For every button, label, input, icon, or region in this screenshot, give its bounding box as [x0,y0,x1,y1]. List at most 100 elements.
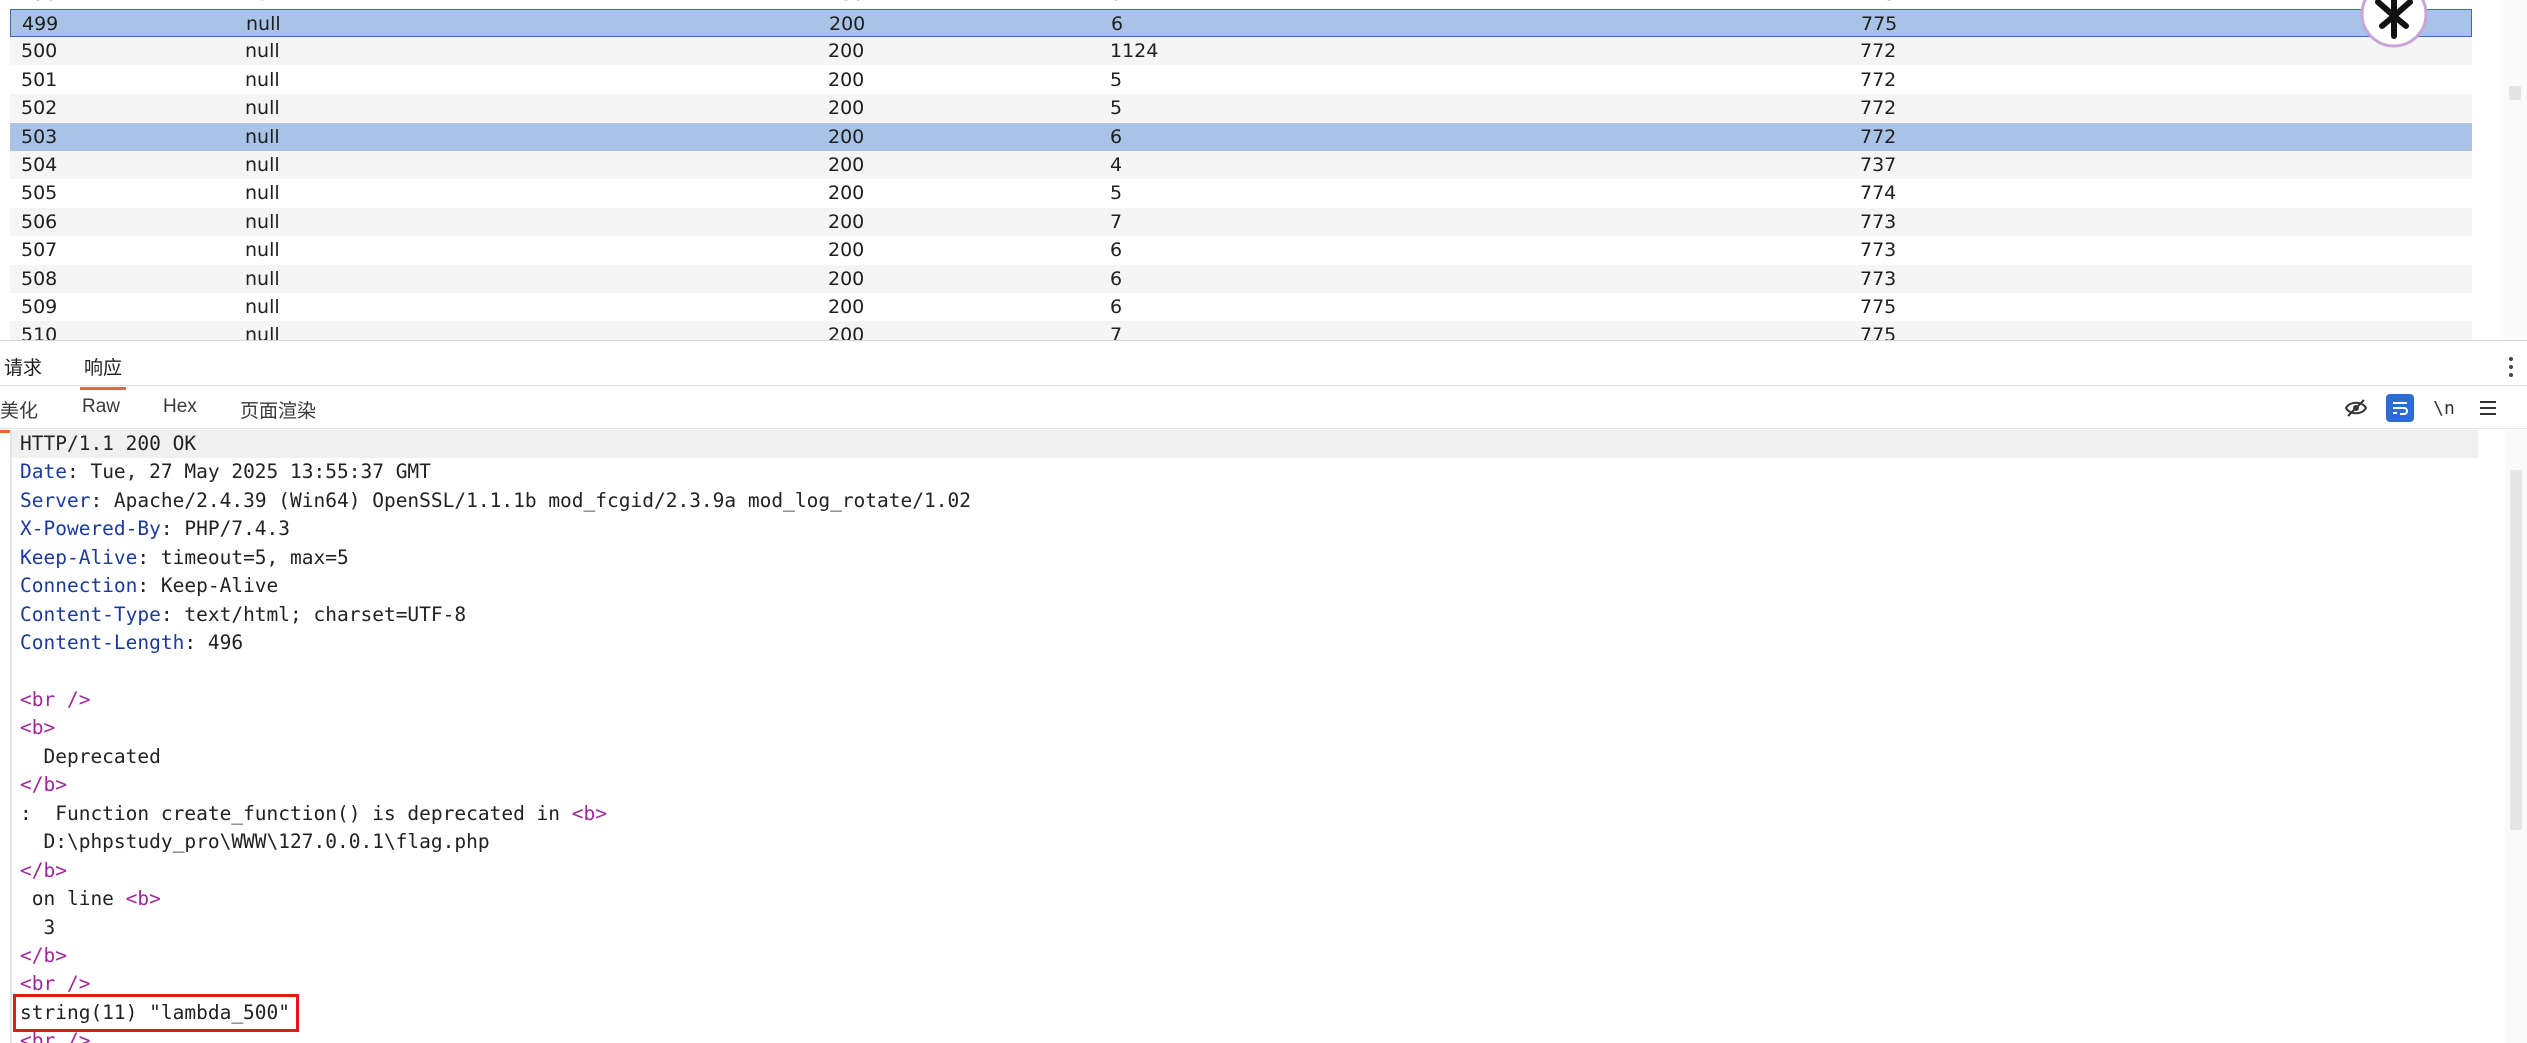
table-row[interactable]: 506 null 200 7 773 [10,207,2472,236]
table-row[interactable]: 507 null 200 6 773 [10,236,2472,264]
table-cell-payload: null [245,210,280,233]
header-line: Content-Length: 496 [20,629,243,657]
table-cell-id: 510 [21,324,58,341]
header-value: : text/html; charset=UTF-8 [160,602,467,626]
header-line: Keep-Alive: timeout=5, max=5 [20,544,349,572]
tab-hex[interactable]: Hex [163,396,197,418]
table-cell-status: 200 [828,296,865,318]
table-cell-id: 502 [21,97,58,120]
table-cell-time: 7 [1110,324,1123,341]
table-row[interactable]: 505 null 200 5 774 [10,179,2472,207]
table-cell-payload: null [245,239,280,262]
tab-raw[interactable]: Raw [82,396,120,418]
table-cell-status: 200 [828,68,865,91]
table-cell-payload: null [245,40,280,63]
table-cell-id: 505 [21,182,58,205]
table-cell-length: 775 [1860,296,1897,318]
body-line: D:\phpstudy_pro\WWW\127.0.0.1\flag.php [20,830,490,853]
table-cell-length: 775 [1861,13,1898,35]
app-logo-icon [2360,0,2428,48]
table-scrollbar[interactable] [2503,0,2527,340]
header-line: X-Powered-By: PHP/7.4.3 [20,515,290,543]
table-cell-time: 5 [1110,97,1123,120]
body-line: 3 [20,916,56,939]
table-cell-length: 773 [1860,267,1897,290]
table-cell-length: 772 [1860,40,1897,63]
table-cell-id: 501 [21,68,58,91]
table-cell-id: 500 [21,40,58,63]
table-cell-id: 507 [21,239,58,262]
table-cell-status: 200 [828,40,865,63]
results-table: 498 null 200 6 773 499null2006775500null… [0,0,2527,341]
table-cell-payload: null [245,182,280,205]
table-cell-status: 200 [828,97,865,120]
body-line: on line <b> [20,887,161,910]
header-line: Server: Apache/2.4.39 (Win64) OpenSSL/1.… [20,487,971,515]
newline-toggle-icon[interactable]: \n [2430,394,2458,422]
table-cell-status: 200 [829,13,866,35]
header-key: Content-Length [20,631,185,655]
header-value: : timeout=5, max=5 [137,545,349,569]
header-key: Date [20,460,67,484]
table-cell-length: 773 [1860,239,1897,262]
table-cell-id: 504 [21,154,58,176]
more-options-icon[interactable] [2509,357,2513,381]
table-cell-status: 200 [828,125,865,148]
table-cell-payload: null [245,324,280,341]
header-line: Connection: Keep-Alive [20,572,278,600]
table-cell-length: 773 [1860,210,1897,233]
table-cell-length: 772 [1860,97,1897,120]
table-cell-payload: null [245,125,280,148]
menu-icon[interactable] [2474,394,2502,422]
table-row[interactable]: 498 null 200 6 773 [10,0,2472,8]
table-row[interactable]: 500 null 200 1124 772 [10,37,2472,66]
table-cell-id: 503 [21,125,58,148]
tab-request[interactable]: 请求 [0,353,46,380]
table-cell-time: 6 [1110,296,1123,318]
table-cell-length: 737 [1860,154,1897,176]
table-cell-payload: null [245,97,280,120]
table-row[interactable]: 502 null 200 5 772 [10,94,2472,123]
header-key: Keep-Alive [20,545,138,569]
response-scrollbar[interactable] [2505,430,2527,1043]
response-body-editor[interactable]: HTTP/1.1 200 OK Date: Tue, 27 May 2025 1… [0,430,2500,1043]
table-row[interactable]: 501 null 200 5 772 [10,66,2472,94]
request-response-tabs: 请求 响应 [0,345,2527,390]
body-line: </b> [20,859,67,882]
table-row[interactable]: 509 null 200 6 775 [10,293,2472,321]
body-line: <b> [20,716,56,739]
result-highlight-box [13,994,299,1032]
header-value: : Apache/2.4.39 (Win64) OpenSSL/1.1.1b m… [90,488,971,512]
table-cell-length: 774 [1860,182,1897,205]
header-line: Content-Type: text/html; charset=UTF-8 [20,601,466,629]
table-row[interactable]: 510 null 200 7 775 [10,321,2472,341]
table-row[interactable]: 504 null 200 4 737 [10,151,2472,179]
header-value: : 496 [184,631,244,655]
word-wrap-icon[interactable] [2386,394,2414,422]
hide-eye-icon[interactable] [2342,394,2370,422]
table-cell-id: 509 [21,296,58,318]
table-cell-time: 6 [1110,267,1123,290]
table-cell-time: 5 [1110,182,1123,205]
body-line: Deprecated [20,745,161,768]
table-row[interactable]: 499 null 200 6 775 [10,9,2472,37]
header-key: Server [20,488,91,512]
body-line: </b> [20,944,67,967]
header-key: X-Powered-By [20,517,161,541]
table-cell-status: 200 [828,154,865,176]
table-row[interactable]: 503 null 200 6 772 [10,122,2472,151]
body-line: <br /> [20,688,91,711]
status-line: HTTP/1.1 200 OK [12,430,2478,458]
table-cell-time: 6 [1111,13,1124,35]
table-cell-length: 772 [1860,68,1897,91]
tab-pretty[interactable]: 美化 [0,396,39,433]
table-cell-payload: null [245,296,280,318]
table-cell-length: 775 [1860,324,1897,341]
table-row[interactable]: 508 null 200 6 773 [10,264,2472,293]
tab-render[interactable]: 页面渲染 [240,396,316,423]
table-cell-time: 1124 [1110,40,1159,63]
table-cell-status: 200 [828,267,865,290]
table-cell-time: 6 [1110,125,1123,148]
tab-response[interactable]: 响应 [80,353,127,390]
table-cell-time: 7 [1110,210,1123,233]
